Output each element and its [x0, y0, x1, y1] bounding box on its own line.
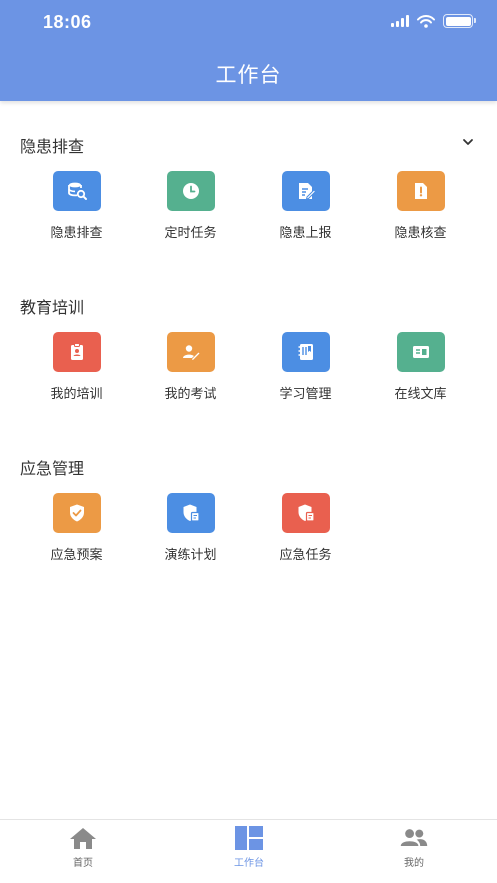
document-edit-icon: [281, 171, 330, 211]
home-icon: [68, 825, 98, 851]
grid-item-label: 应急预案: [50, 548, 103, 563]
grid-item-label: 定时任务: [164, 226, 217, 241]
tab-workbench[interactable]: 工作台: [166, 820, 332, 883]
grid-item-label: 在线文库: [394, 387, 447, 402]
grid-item-my-training[interactable]: 我的培训: [19, 332, 134, 412]
grid-item-online-library[interactable]: 在线文库: [363, 332, 478, 412]
grid-item-scheduled-task[interactable]: 定时任务: [133, 171, 248, 251]
shield-document-icon: [166, 493, 215, 533]
signal-icon: [391, 15, 409, 27]
library-icon: [396, 332, 445, 372]
user-edit-icon: [166, 332, 215, 372]
grid-item-label: 我的考试: [164, 387, 217, 402]
tab-label: 首页: [73, 858, 93, 869]
tab-mine[interactable]: 我的: [331, 820, 497, 883]
section-title: 教育培训: [20, 298, 85, 317]
grid-item-study-management[interactable]: 学习管理: [248, 332, 363, 412]
grid-item-label: 隐患排查: [50, 226, 103, 241]
grid-item-label: 演练计划: [164, 548, 217, 563]
grid-item-label: 学习管理: [279, 387, 332, 402]
section-title: 应急管理: [20, 459, 85, 478]
grid-item-emergency-task[interactable]: 应急任务: [248, 493, 363, 573]
grid-item-hazard-inspection[interactable]: 隐患排查: [19, 171, 134, 251]
clock-icon: [166, 171, 215, 211]
header: 18:06 工作台: [0, 0, 497, 101]
shield-check-icon: [52, 493, 101, 533]
book-icon: [281, 332, 330, 372]
grid-item-emergency-plan[interactable]: 应急预案: [19, 493, 134, 573]
section-hazard-inspection: 隐患排查 隐患排查 定时任务 隐患上报 隐患核查: [0, 133, 497, 251]
function-grid: 隐患排查 定时任务 隐患上报 隐患核查: [0, 171, 497, 251]
document-alert-icon: [396, 171, 445, 211]
chevron-down-icon[interactable]: [461, 135, 475, 149]
tab-label: 工作台: [234, 858, 264, 869]
tab-label: 我的: [404, 858, 424, 869]
status-icons: [391, 14, 476, 28]
clipboard-user-icon: [52, 332, 101, 372]
battery-icon: [443, 14, 476, 28]
grid-item-drill-plan[interactable]: 演练计划: [133, 493, 248, 573]
tab-bar: 首页 工作台 我的: [0, 819, 497, 883]
grid-item-label: 隐患核查: [394, 226, 447, 241]
grid-item-my-exam[interactable]: 我的考试: [133, 332, 248, 412]
section-education-training: 教育培训 我的培训 我的考试 学习管理 在线文库: [0, 294, 497, 412]
shield-document-icon: [281, 493, 330, 533]
tab-home[interactable]: 首页: [0, 820, 166, 883]
users-icon: [399, 825, 429, 851]
grid-item-hazard-report[interactable]: 隐患上报: [248, 171, 363, 251]
status-time: 18:06: [43, 12, 92, 32]
dashboard-icon: [234, 825, 264, 851]
grid-item-hazard-verification[interactable]: 隐患核查: [363, 171, 478, 251]
section-title: 隐患排查: [20, 137, 85, 156]
function-grid: 应急预案 演练计划 应急任务: [0, 493, 497, 573]
section-emergency-management: 应急管理 应急预案 演练计划 应急任务: [0, 455, 497, 573]
function-grid: 我的培训 我的考试 学习管理 在线文库: [0, 332, 497, 412]
grid-item-label: 隐患上报: [279, 226, 332, 241]
grid-item-label: 应急任务: [279, 548, 332, 563]
grid-item-label: 我的培训: [50, 387, 103, 402]
wifi-icon: [417, 14, 435, 28]
page-title: 工作台: [215, 63, 282, 87]
database-search-icon: [52, 171, 101, 211]
